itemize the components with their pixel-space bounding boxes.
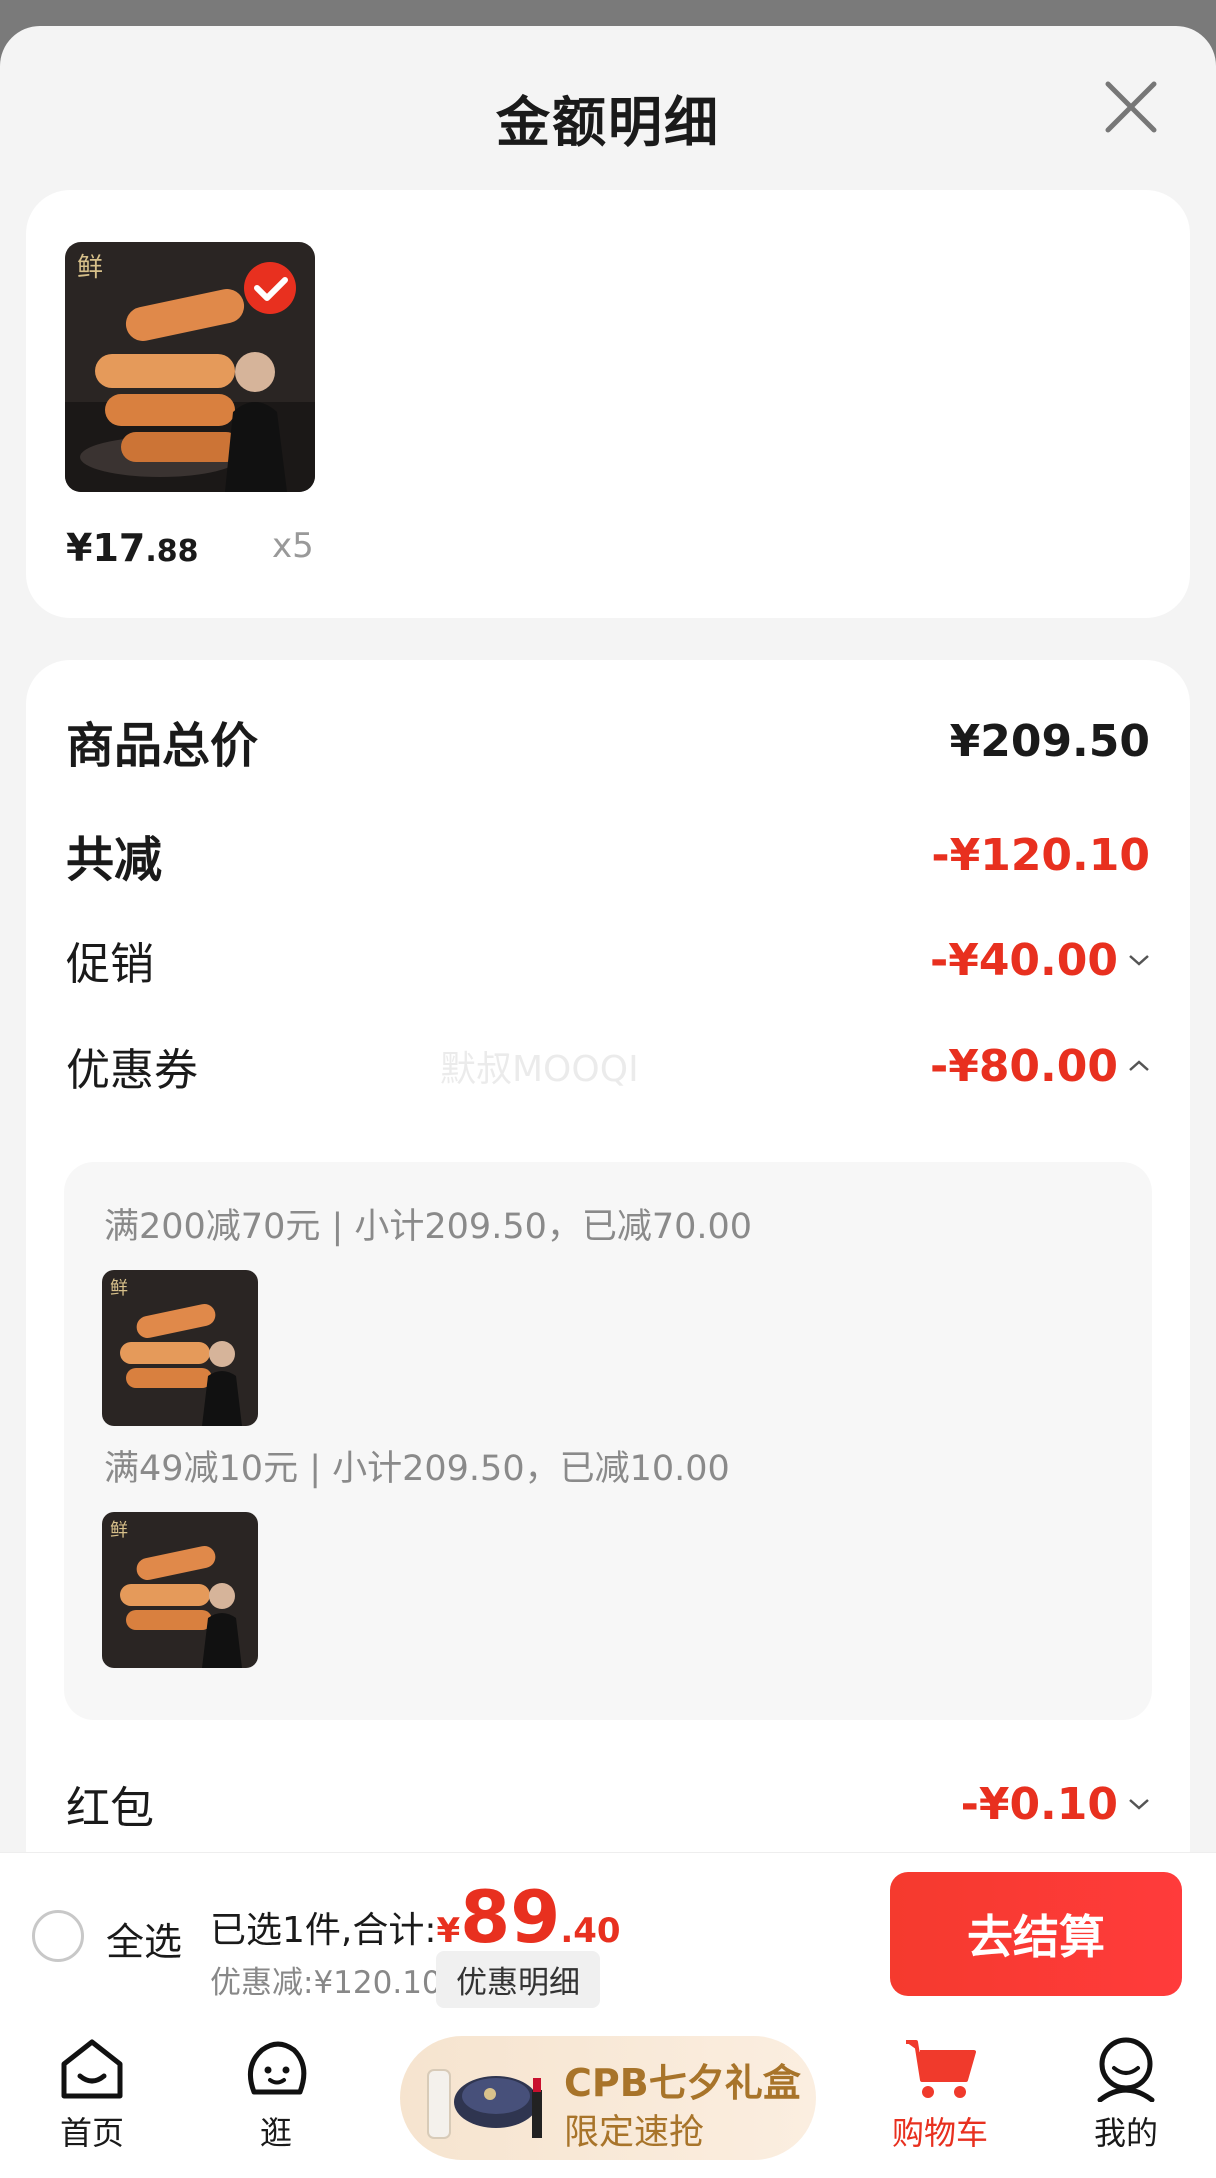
browse-face-icon bbox=[247, 2041, 307, 2095]
nav-browse-label: 逛 bbox=[259, 2114, 292, 2152]
nav-mine-label: 我的 bbox=[1093, 2114, 1158, 2152]
product-card: 鲜 ¥17.88 x5 bbox=[26, 190, 1190, 618]
svg-text:鲜: 鲜 bbox=[77, 253, 103, 283]
chevron-down-icon[interactable] bbox=[1128, 1797, 1150, 1811]
price-summary-card: 商品总价 ¥209.50 共减 -¥120.10 促销 -¥40.00 优惠券 … bbox=[26, 660, 1190, 1894]
redpacket-row[interactable]: 红包 -¥0.10 bbox=[66, 1772, 1150, 1836]
coupon-product-thumbnail: 鲜 bbox=[102, 1512, 258, 1668]
coupon-product-thumbnail: 鲜 bbox=[102, 1270, 258, 1426]
total-row: 商品总价 ¥209.50 bbox=[66, 706, 1150, 776]
total-amount: 89 bbox=[460, 1875, 561, 1959]
promo-value: -¥40.00 bbox=[929, 934, 1118, 986]
sheet-title: 金额明细 bbox=[496, 91, 720, 154]
bottom-nav: 首页 逛 CPB七夕礼盒 限定速抢 购物车 我的 bbox=[0, 2014, 1216, 2178]
reduce-value: -¥120.10 bbox=[931, 829, 1150, 881]
watermark: 默叔MOOQI bbox=[440, 1049, 639, 1090]
coupon-label: 优惠券 bbox=[66, 1045, 198, 1096]
coupon-rule: 满200减70元 | 小计209.50，已减70.00 bbox=[104, 1207, 753, 1247]
checkout-bar: 全选 已选1件,合计: ¥ 89 .40 优惠减:¥120.10 优惠明细 去结… bbox=[0, 1852, 1216, 2014]
svg-text:鲜: 鲜 bbox=[110, 1520, 128, 1541]
coupon-detail-box: 满200减70元 | 小计209.50，已减70.00 鲜 满49减10元 | … bbox=[64, 1162, 1152, 1720]
cart-icon bbox=[906, 2040, 976, 2098]
nav-home[interactable]: 首页 bbox=[32, 2036, 152, 2154]
profile-icon bbox=[1097, 2037, 1155, 2102]
close-icon[interactable] bbox=[1102, 78, 1160, 136]
svg-text:鲜: 鲜 bbox=[110, 1278, 128, 1299]
promo-title: CPB七夕礼盒 bbox=[564, 2061, 801, 2105]
product-price: ¥17.88 bbox=[66, 526, 199, 570]
chevron-down-icon[interactable] bbox=[1128, 953, 1150, 967]
home-icon bbox=[61, 2039, 123, 2099]
promo-subtitle: 限定速抢 bbox=[564, 2113, 705, 2153]
promo-label: 促销 bbox=[66, 939, 154, 990]
coupon-value: -¥80.00 bbox=[929, 1040, 1118, 1092]
checkout-button[interactable]: 去结算 bbox=[890, 1872, 1182, 1996]
gift-box-image bbox=[427, 2069, 542, 2139]
nav-browse[interactable]: 逛 bbox=[216, 2036, 336, 2154]
chevron-up-icon[interactable] bbox=[1128, 1059, 1150, 1073]
total-label: 商品总价 bbox=[66, 718, 259, 774]
select-all-label[interactable]: 全选 bbox=[106, 1911, 182, 1966]
promo-banner[interactable]: CPB七夕礼盒 限定速抢 bbox=[400, 2036, 816, 2160]
product-quantity: x5 bbox=[272, 526, 314, 566]
promo-row[interactable]: 促销 -¥40.00 bbox=[66, 928, 1150, 992]
total-summary: 已选1件,合计: ¥ 89 .40 bbox=[210, 1875, 621, 1959]
redpacket-label: 红包 bbox=[66, 1783, 154, 1834]
select-all-radio[interactable] bbox=[32, 1910, 84, 1962]
total-value: ¥209.50 bbox=[949, 715, 1150, 767]
discount-text: 优惠减:¥120.10 bbox=[210, 1965, 442, 2001]
nav-cart-label: 购物车 bbox=[891, 2114, 988, 2152]
reduce-row: 共减 -¥120.10 bbox=[66, 820, 1150, 890]
coupon-rule: 满49减10元 | 小计209.50，已减10.00 bbox=[104, 1449, 730, 1489]
discount-detail-button[interactable]: 优惠明细 bbox=[436, 1951, 600, 2008]
nav-mine[interactable]: 我的 bbox=[1066, 2036, 1186, 2154]
product-thumbnail[interactable]: 鲜 bbox=[65, 242, 315, 492]
nav-home-label: 首页 bbox=[59, 2114, 124, 2152]
reduce-label: 共减 bbox=[66, 832, 163, 888]
nav-cart[interactable]: 购物车 bbox=[880, 2036, 1000, 2154]
redpacket-value: -¥0.10 bbox=[960, 1778, 1118, 1830]
